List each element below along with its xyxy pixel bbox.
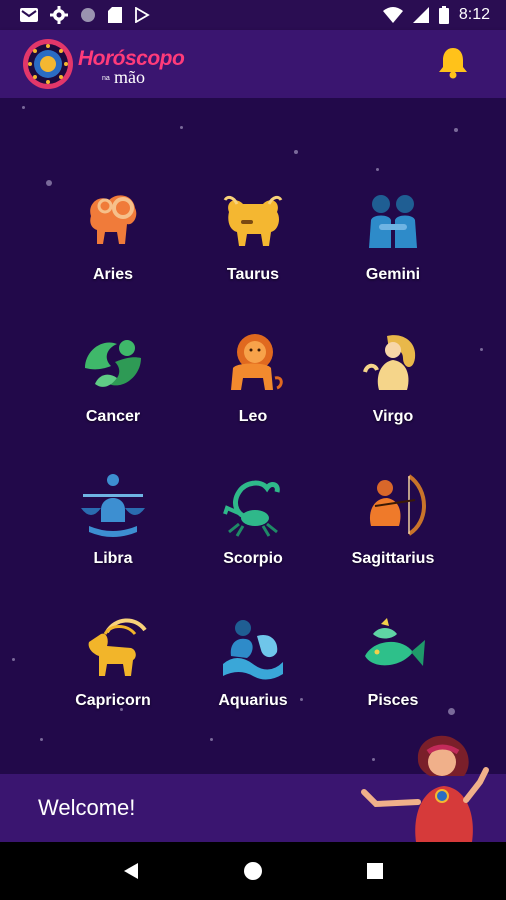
sd-card-icon <box>108 7 122 23</box>
bell-icon <box>439 48 467 79</box>
logo-subtitle: mão <box>114 67 145 87</box>
sign-label: Capricorn <box>75 692 151 709</box>
wifi-icon <box>382 7 403 23</box>
settings-icon <box>50 6 68 24</box>
circle-icon <box>81 8 95 22</box>
goat-icon <box>88 618 147 676</box>
scorpion-icon <box>223 480 280 537</box>
notification-button[interactable] <box>436 45 470 83</box>
logo-wordmark: Horóscopo na mão <box>78 39 203 89</box>
sign-leo[interactable]: Leo <box>183 328 323 426</box>
fortune-teller-icon <box>361 735 489 842</box>
status-icons-left <box>0 6 150 24</box>
zodiac-grid: Aries Taurus Gemini Cancer Leo Virgo Lib… <box>0 186 506 710</box>
sign-aries[interactable]: Aries <box>43 186 183 284</box>
sign-label: Libra <box>93 550 133 567</box>
signal-icon <box>412 7 429 23</box>
logo-subtitle-small: na <box>102 75 110 82</box>
sign-label: Scorpio <box>223 550 283 567</box>
sign-taurus[interactable]: Taurus <box>183 186 323 284</box>
twins-icon <box>369 195 417 248</box>
bull-icon <box>223 195 283 246</box>
status-time: 8:12 <box>458 6 490 23</box>
sign-label: Gemini <box>365 266 421 283</box>
star <box>454 128 458 132</box>
sign-aquarius[interactable]: Aquarius <box>183 612 323 710</box>
sign-label: Aquarius <box>218 692 288 709</box>
sign-sagittarius[interactable]: Sagittarius <box>323 470 463 568</box>
sign-gemini[interactable]: Gemini <box>323 186 463 284</box>
recents-button[interactable] <box>355 851 395 891</box>
archer-icon <box>369 474 426 536</box>
home-button[interactable] <box>233 851 273 891</box>
play-store-icon <box>135 7 150 23</box>
zodiac-wheel-icon <box>23 39 73 89</box>
sign-virgo[interactable]: Virgo <box>323 328 463 426</box>
maiden-icon <box>363 335 416 390</box>
star <box>376 168 379 171</box>
battery-icon <box>438 6 449 24</box>
welcome-text: Welcome! <box>38 795 136 820</box>
scales-icon <box>81 474 145 537</box>
star <box>180 126 183 129</box>
sign-libra[interactable]: Libra <box>43 470 183 568</box>
star <box>210 738 213 741</box>
recents-icon <box>367 863 383 879</box>
sign-capricorn[interactable]: Capricorn <box>43 612 183 710</box>
fish-icon <box>365 618 425 666</box>
sign-label: Taurus <box>226 266 280 283</box>
sign-scorpio[interactable]: Scorpio <box>183 470 323 568</box>
ram-icon <box>90 195 137 244</box>
star <box>40 738 43 741</box>
status-icons-right: 8:12 <box>382 6 506 24</box>
sign-label: Sagittarius <box>351 550 435 567</box>
back-icon <box>124 863 138 879</box>
sign-label: Virgo <box>372 408 414 425</box>
status-bar: 8:12 <box>0 0 506 30</box>
sign-label: Leo <box>238 408 268 425</box>
star <box>22 106 25 109</box>
app-logo: Horóscopo na mão <box>22 38 203 90</box>
sign-label: Pisces <box>367 692 419 709</box>
zodiac-content: Aries Taurus Gemini Cancer Leo Virgo Lib… <box>0 98 506 774</box>
sign-pisces[interactable]: Pisces <box>323 612 463 710</box>
home-icon <box>244 862 262 880</box>
sign-cancer[interactable]: Cancer <box>43 328 183 426</box>
sign-label: Aries <box>92 266 134 283</box>
water-bearer-icon <box>223 620 283 680</box>
star <box>294 150 298 154</box>
lion-icon <box>231 334 283 390</box>
sign-label: Cancer <box>85 408 141 425</box>
gmail-icon <box>20 8 38 22</box>
back-button[interactable] <box>111 851 151 891</box>
system-nav-bar <box>0 842 506 900</box>
app-bar: Horóscopo na mão <box>0 30 506 98</box>
crab-icon <box>85 340 141 387</box>
